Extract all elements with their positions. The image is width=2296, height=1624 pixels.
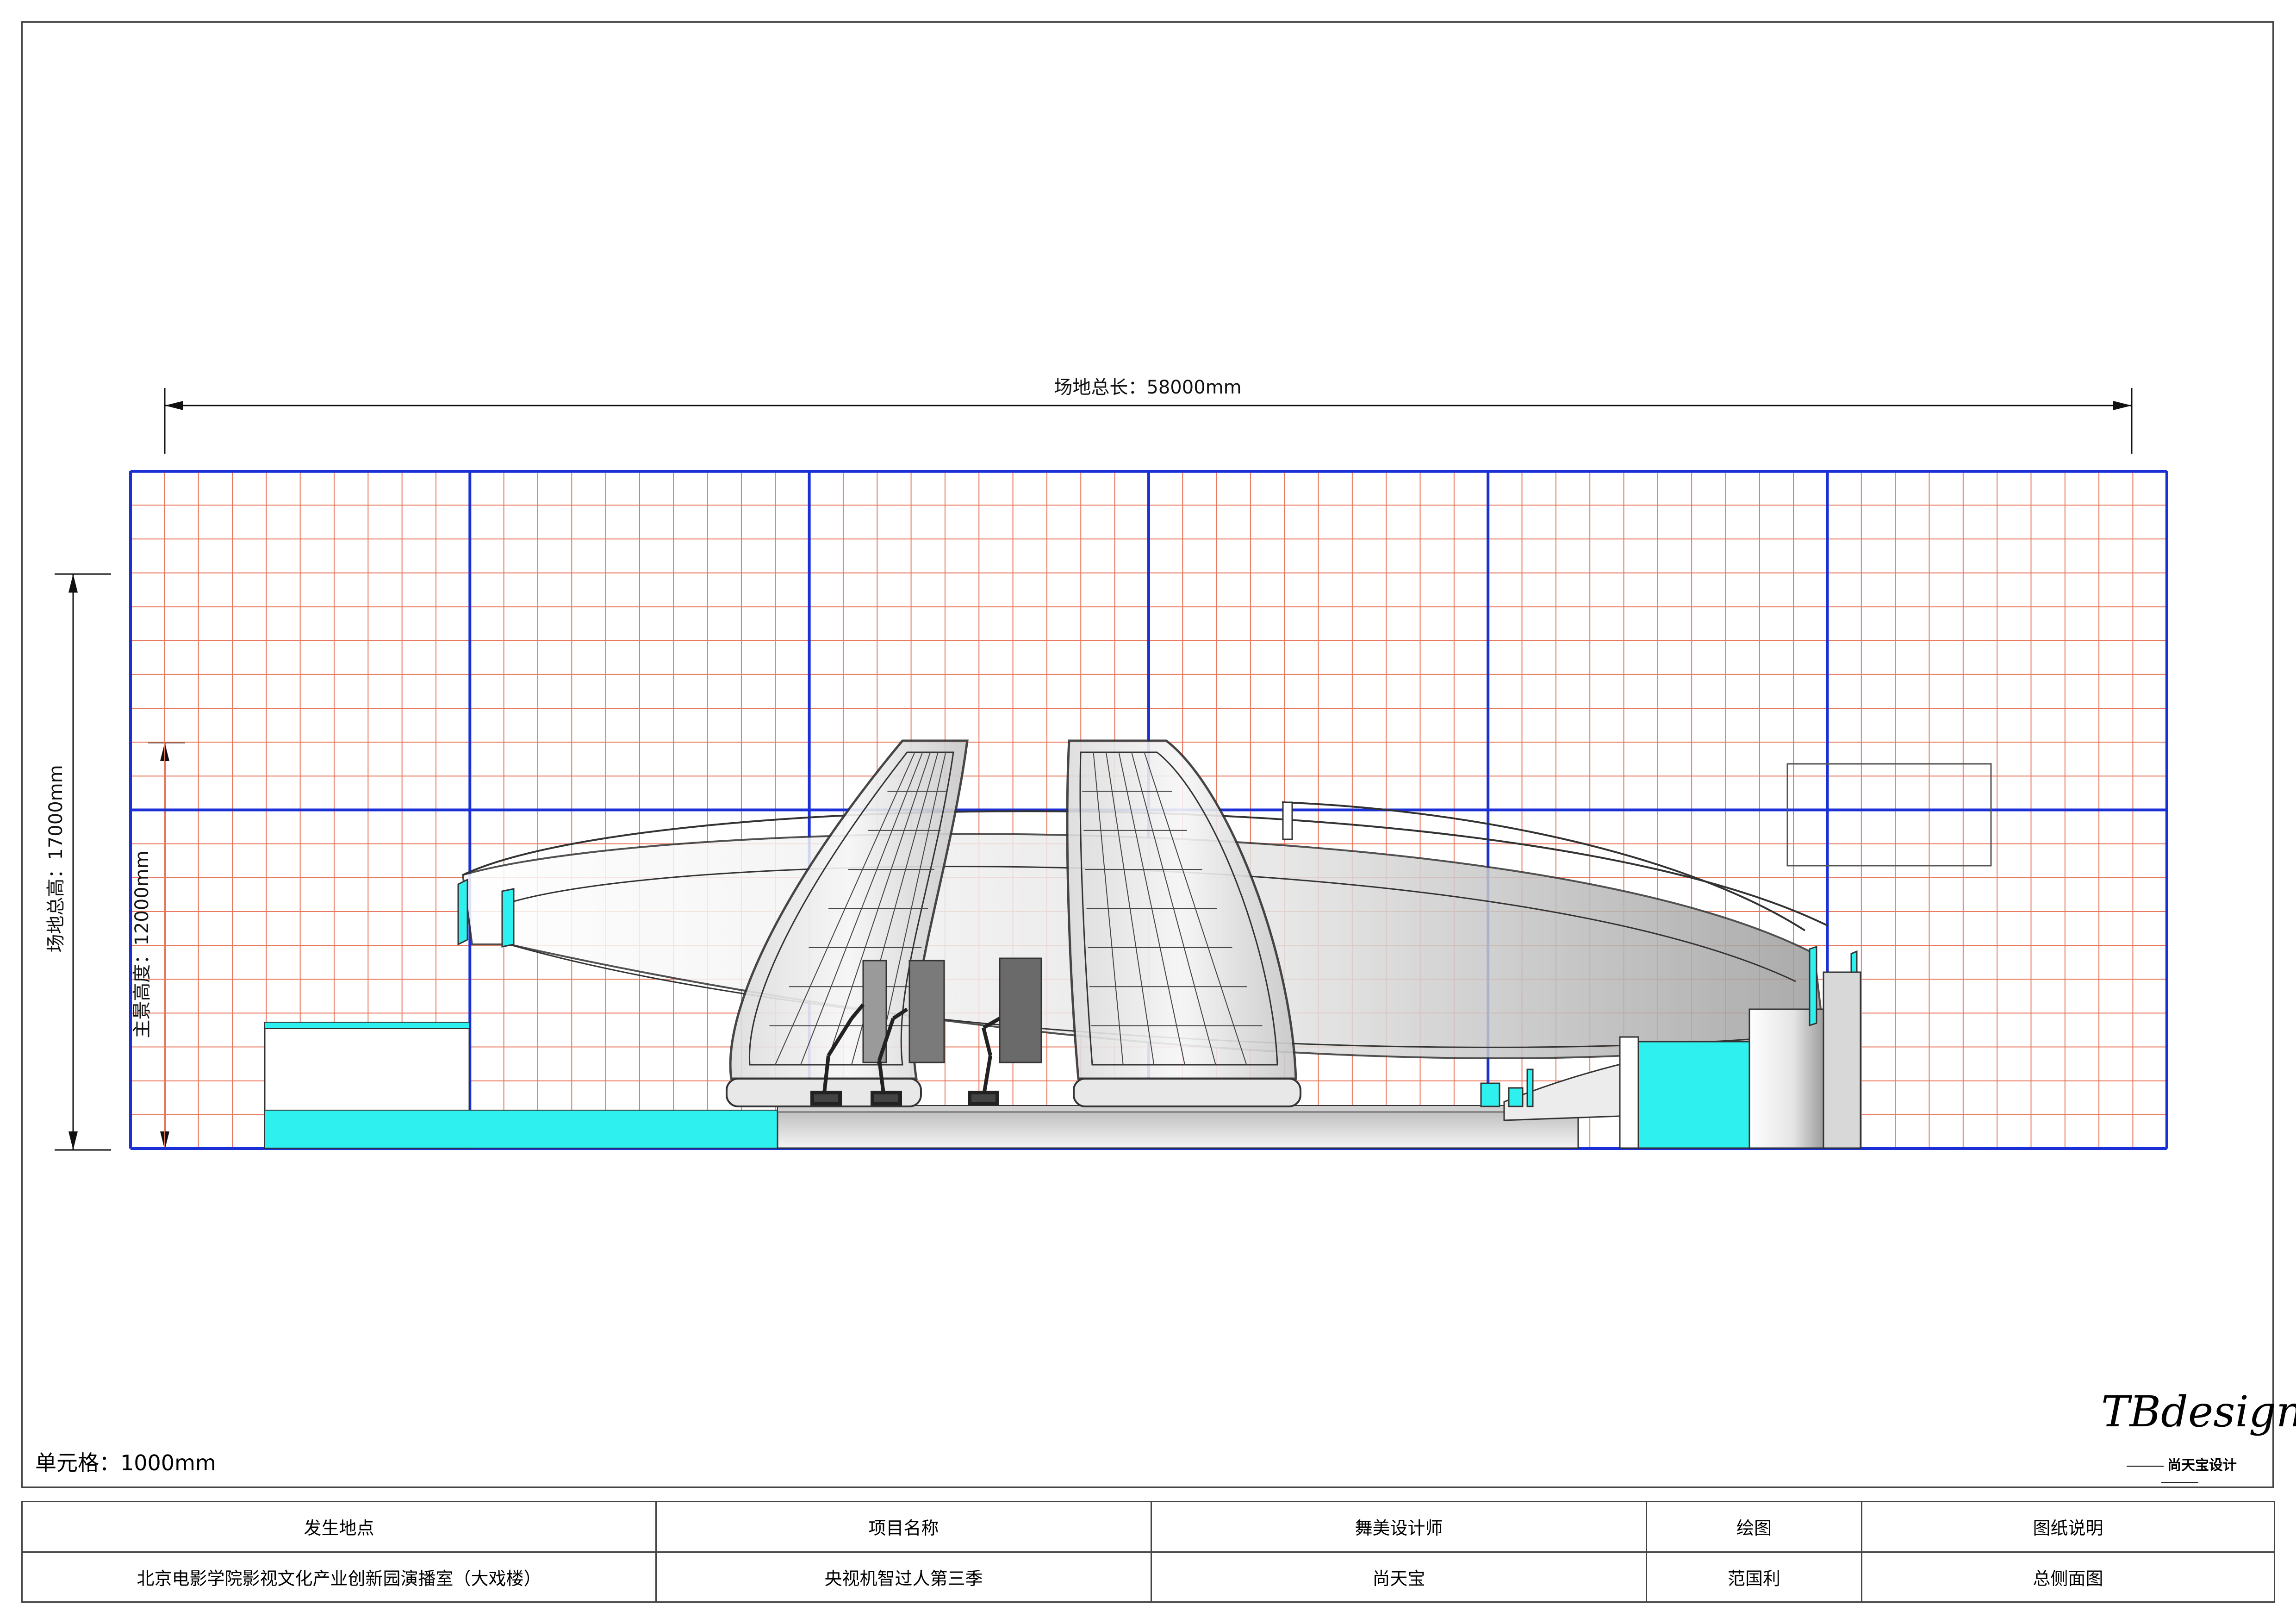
robot-arm-3 bbox=[968, 1017, 1001, 1106]
background-screen bbox=[1786, 763, 1992, 867]
screen-3 bbox=[999, 957, 1042, 1063]
stage-set bbox=[264, 739, 1992, 1149]
logo: TBdesign 尚天宝设计 bbox=[2101, 1384, 2296, 1477]
header-description: 图纸说明 bbox=[1861, 1501, 2275, 1553]
header-location: 发生地点 bbox=[21, 1501, 657, 1553]
elevation-drawing: 场地总长：58000mm 场地总高：17000mm 主景高度：12000mm bbox=[45, 377, 2168, 1151]
logo-sub-text: 尚天宝设计 bbox=[2101, 1454, 2259, 1490]
header-designer: 舞美设计师 bbox=[1151, 1501, 1647, 1553]
right-tower-base bbox=[1073, 1078, 1301, 1107]
title-block-value-row: 北京电影学院影视文化产业创新园演播室（大戏楼） 央视机智过人第三季 尚天宝 范国… bbox=[21, 1551, 2275, 1603]
logo-main-text: TBdesign bbox=[2101, 1387, 2296, 1437]
arrow-right bbox=[2113, 401, 2132, 410]
header-drafter: 绘图 bbox=[1646, 1501, 1862, 1553]
right-far-column bbox=[1823, 971, 1861, 1149]
unit-cell-label: 单元格：1000mm bbox=[35, 1450, 216, 1475]
screen-2 bbox=[908, 960, 945, 1063]
header-project: 项目名称 bbox=[655, 1501, 1152, 1553]
rail-post bbox=[1282, 801, 1293, 840]
left-cyan-panel-1 bbox=[457, 878, 468, 946]
value-drafter: 范国利 bbox=[1646, 1551, 1862, 1603]
right-cyan-block bbox=[1628, 1041, 1750, 1149]
total-length-label: 场地总长：58000mm bbox=[1054, 377, 1241, 398]
left-cyan-panel-2 bbox=[501, 888, 515, 948]
value-description: 总侧面图 bbox=[1861, 1551, 2275, 1603]
arrow-down bbox=[68, 1131, 78, 1150]
value-location: 北京电影学院影视文化产业创新园演播室（大戏楼） bbox=[21, 1551, 657, 1603]
title-block-header-row: 发生地点 项目名称 舞美设计师 绘图 图纸说明 bbox=[21, 1501, 2275, 1553]
arrow-up bbox=[68, 574, 78, 593]
left-platform-top bbox=[264, 1022, 470, 1029]
center-base bbox=[777, 1109, 1579, 1149]
arrow-left bbox=[165, 401, 183, 410]
value-designer: 尚天宝 bbox=[1151, 1551, 1647, 1603]
total-height-label: 场地总高：17000mm bbox=[45, 765, 67, 952]
value-project: 央视机智过人第三季 bbox=[655, 1551, 1152, 1603]
left-cyan-floor bbox=[264, 1110, 810, 1149]
title-block: 发生地点 项目名称 舞美设计师 绘图 图纸说明 北京电影学院影视文化产业创新园演… bbox=[21, 1501, 2275, 1603]
right-cyan-panel-1 bbox=[1809, 945, 1817, 1027]
right-wall bbox=[1619, 1036, 1639, 1149]
right-column bbox=[1748, 1008, 1824, 1149]
main-height-label: 主景高度：12000mm bbox=[131, 850, 153, 1038]
